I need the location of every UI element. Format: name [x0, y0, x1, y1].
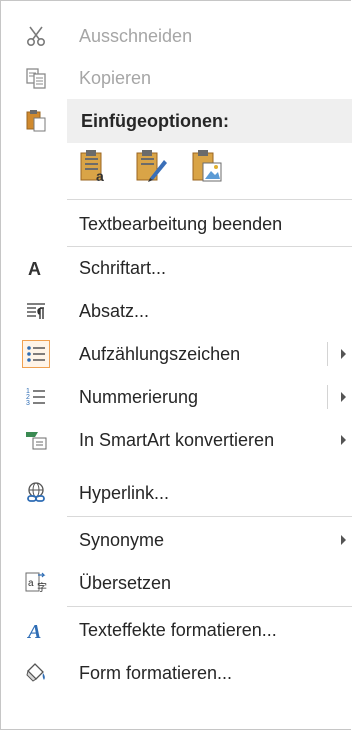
copy-menu-item[interactable]: Kopieren [1, 57, 352, 99]
synonyms-label: Synonyme [79, 529, 165, 550]
paste-buttons-row: a [73, 147, 273, 193]
font-icon: A [23, 255, 49, 281]
numbering-icon: 123 [23, 384, 49, 410]
format-shape-label: Form formatieren... [79, 662, 233, 683]
format-shape-icon [23, 660, 49, 686]
separator [67, 199, 352, 200]
hyperlink-icon [23, 480, 49, 506]
chevron-right-icon[interactable] [340, 390, 352, 404]
smartart-icon [23, 427, 49, 453]
hyperlink-label: Hyperlink... [79, 482, 170, 503]
svg-text:a: a [96, 168, 104, 184]
paste-picture-icon [190, 148, 224, 189]
bullets-label: Aufzählungszeichen [79, 343, 241, 364]
paragraph-label: Absatz... [79, 300, 150, 321]
paste-text-icon: a [78, 148, 112, 189]
cut-menu-item[interactable]: Ausschneiden [1, 15, 352, 57]
svg-text:a: a [28, 578, 34, 589]
chevron-right-icon [340, 433, 352, 447]
split-separator [327, 342, 328, 366]
scissors-icon [23, 23, 49, 49]
synonyms-menu-item[interactable]: Synonyme [1, 519, 352, 561]
font-menu-item[interactable]: A Schriftart... [1, 247, 352, 289]
copy-icon [23, 65, 49, 91]
svg-text:3: 3 [26, 400, 30, 407]
bullets-menu-item[interactable]: Aufzählungszeichen [1, 333, 352, 375]
text-effects-menu-item[interactable]: A Texteffekte formatieren... [1, 609, 352, 651]
smartart-label: In SmartArt konvertieren [79, 429, 275, 450]
paragraph-menu-item[interactable]: Absatz... [1, 290, 352, 332]
separator [67, 606, 352, 607]
cut-label: Ausschneiden [79, 25, 193, 46]
numbering-menu-item[interactable]: 123 Nummerierung [1, 376, 352, 418]
bullets-icon [22, 340, 50, 368]
font-label: Schriftart... [79, 257, 167, 278]
translate-icon: a字 [23, 570, 49, 596]
svg-text:A: A [26, 621, 41, 642]
end-text-edit-label: Textbearbeitung beenden [79, 213, 283, 234]
clipboard-icon [23, 107, 49, 133]
hyperlink-menu-item[interactable]: Hyperlink... [1, 472, 352, 514]
chevron-right-icon [340, 533, 352, 547]
translate-label: Übersetzen [79, 572, 172, 593]
end-text-edit-menu-item[interactable]: Textbearbeitung beenden [1, 203, 352, 245]
paste-options-label: Einfügeoptionen: [81, 111, 229, 131]
paste-keep-formatting-button[interactable] [131, 147, 171, 189]
format-shape-menu-item[interactable]: Form formatieren... [1, 652, 352, 694]
split-separator [327, 385, 328, 409]
paragraph-icon [23, 298, 49, 324]
translate-menu-item[interactable]: a字 Übersetzen [1, 562, 352, 604]
chevron-right-icon[interactable] [340, 347, 352, 361]
svg-text:A: A [28, 259, 41, 279]
separator [67, 516, 352, 517]
smartart-menu-item[interactable]: In SmartArt konvertieren [1, 419, 352, 461]
svg-text:字: 字 [37, 581, 47, 594]
context-menu: Ausschneiden Kopieren Einfügeoptionen: a [0, 0, 352, 730]
paste-picture-button[interactable] [187, 147, 227, 189]
paste-keep-text-only-button[interactable]: a [75, 147, 115, 189]
paste-formatting-icon [134, 148, 168, 189]
copy-label: Kopieren [79, 67, 152, 88]
text-effects-icon: A [23, 617, 49, 643]
numbering-label: Nummerierung [79, 386, 199, 407]
text-effects-label: Texteffekte formatieren... [79, 619, 277, 640]
